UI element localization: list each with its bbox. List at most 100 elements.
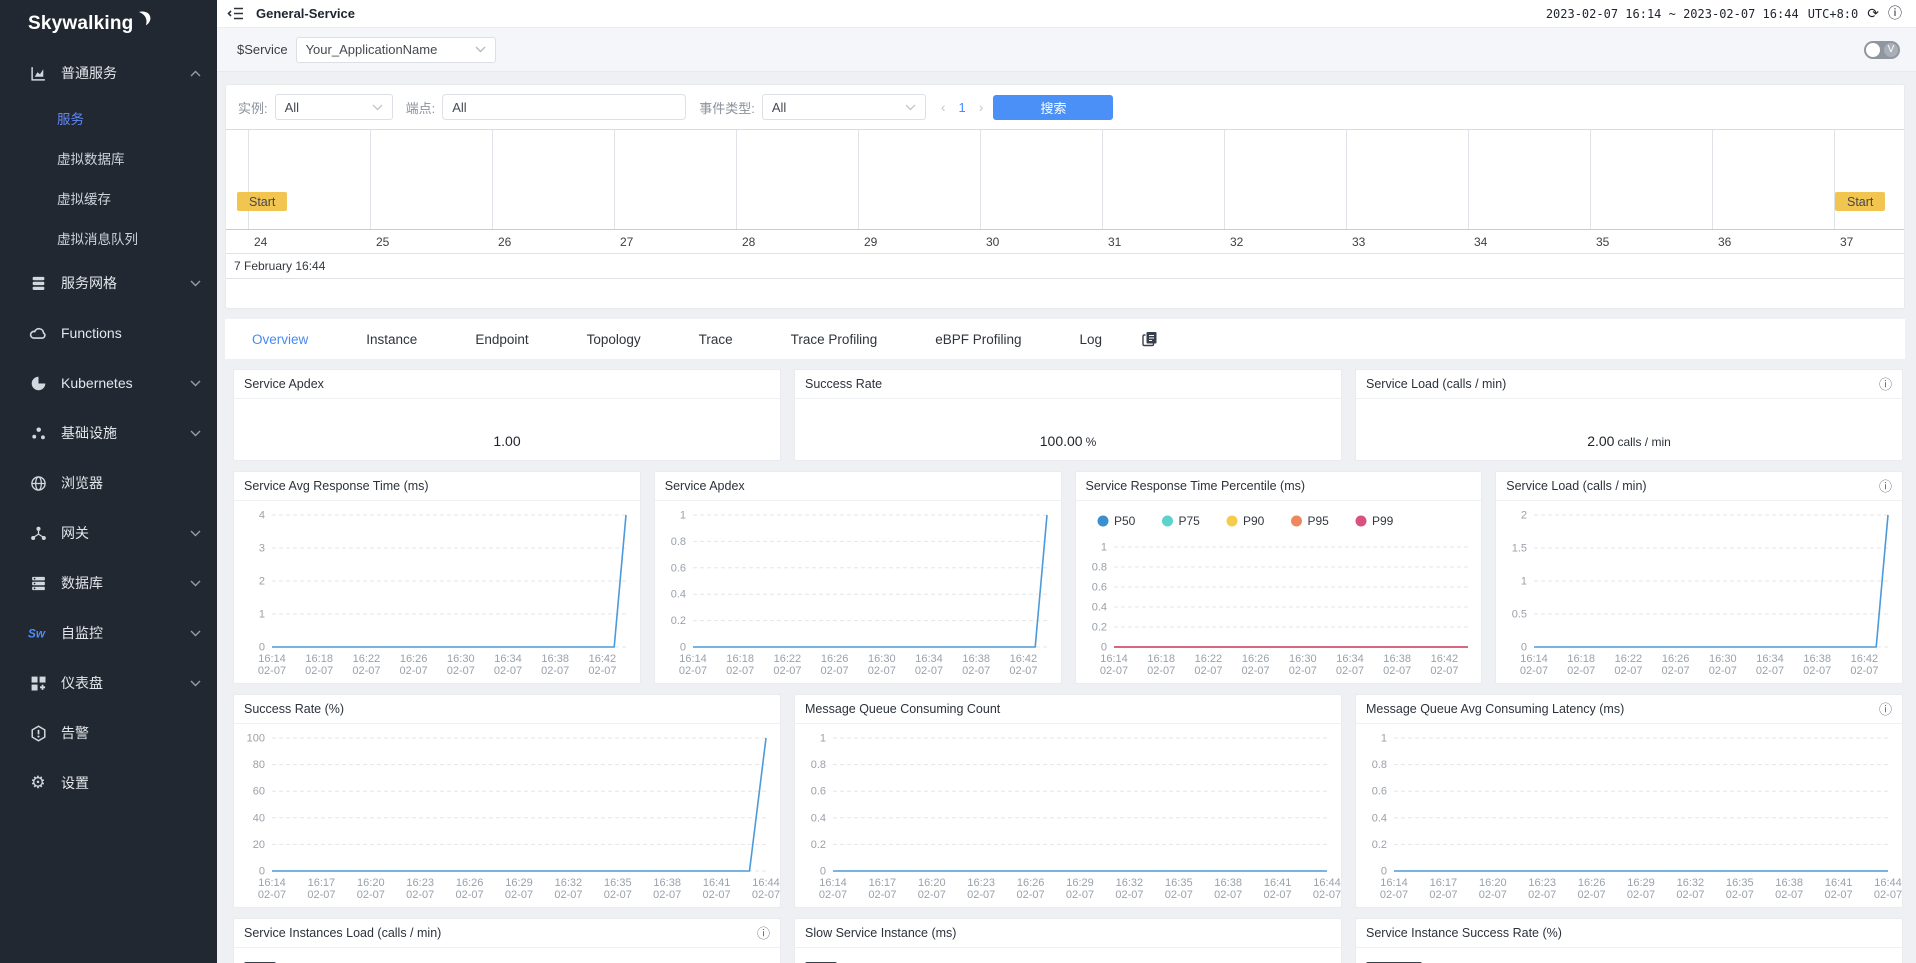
version-toggle[interactable]: V: [1864, 41, 1900, 59]
svg-text:1: 1: [820, 733, 826, 745]
svg-text:16:2202-07: 16:2202-07: [773, 653, 801, 677]
tab-trace-profiling[interactable]: Trace Profiling: [791, 332, 878, 347]
gear-icon: ⚙: [28, 775, 48, 792]
tab-endpoint[interactable]: Endpoint: [475, 332, 528, 347]
metric-number: 100.00: [1040, 433, 1083, 449]
page-number[interactable]: 1: [959, 100, 966, 115]
chart-area: 00.20.40.60.8116:1402-0716:1702-0716:200…: [795, 724, 1341, 908]
svg-text:0.8: 0.8: [811, 759, 826, 771]
sidebar-item-virtual-database[interactable]: 虚拟数据库: [0, 138, 217, 178]
chart-area: 00.20.40.60.8116:1402-0716:1802-0716:220…: [1076, 501, 1482, 684]
sidebar-item-infrastructure[interactable]: 基础设施: [0, 408, 217, 458]
sidebar-item-label: 仪表盘: [61, 673, 190, 693]
timeline-gridline: [1590, 130, 1591, 229]
sidebar-item-dashboards[interactable]: 仪表盘: [0, 658, 217, 708]
chevron-up-icon: [190, 70, 201, 77]
sidebar-item-service-mesh[interactable]: 服务网格: [0, 258, 217, 308]
tab-trace[interactable]: Trace: [699, 332, 733, 347]
svg-text:0.6: 0.6: [1091, 582, 1106, 594]
info-icon[interactable]: ⓘ: [1879, 378, 1892, 391]
tab-log[interactable]: Log: [1080, 332, 1103, 347]
svg-text:P95: P95: [1307, 514, 1329, 528]
tab-overview[interactable]: Overview: [252, 332, 308, 347]
sidebar-item-settings[interactable]: ⚙设置: [0, 758, 217, 808]
event-type-select[interactable]: All: [762, 94, 926, 120]
sidebar-item-label: 基础设施: [61, 423, 190, 443]
svg-text:1: 1: [1100, 542, 1106, 554]
search-button[interactable]: 搜索: [993, 95, 1113, 120]
info-icon[interactable]: ⓘ: [1888, 7, 1902, 21]
timeline-grid: Start Start: [226, 130, 1904, 230]
sidebar-item-database[interactable]: 数据库: [0, 558, 217, 608]
tab-topology[interactable]: Topology: [587, 332, 641, 347]
service-select[interactable]: Your_ApplicationName: [296, 37, 496, 63]
sidebar-item-kubernetes[interactable]: Kubernetes: [0, 358, 217, 408]
timeline-column-label: 32: [1230, 235, 1243, 249]
svg-text:16:4402-07: 16:4402-07: [752, 877, 780, 901]
dots-icon: [28, 425, 48, 442]
sidebar-item-alarm[interactable]: 告警: [0, 708, 217, 758]
instance-select[interactable]: All: [275, 94, 393, 120]
sidebar-item-label: 虚拟缓存: [57, 188, 201, 208]
svg-text:16:2602-07: 16:2602-07: [1017, 877, 1045, 901]
copy-icon[interactable]: [1142, 331, 1158, 347]
svg-text:16:3402-07: 16:3402-07: [915, 653, 943, 677]
svg-text:16:4102-07: 16:4102-07: [1825, 877, 1853, 901]
sidebar-item-gateway[interactable]: 网关: [0, 508, 217, 558]
timeline-gridline: [980, 130, 981, 229]
timeline-gridline: [1468, 130, 1469, 229]
sidebar-item-virtual-cache[interactable]: 虚拟缓存: [0, 178, 217, 218]
svg-text:0.4: 0.4: [1372, 812, 1387, 824]
svg-text:16:2602-07: 16:2602-07: [1241, 653, 1269, 677]
svg-text:16:1702-07: 16:1702-07: [1429, 877, 1457, 901]
page-title: General-Service: [256, 6, 355, 21]
sidebar-item-virtual-mq[interactable]: 虚拟消息队列: [0, 218, 217, 258]
svg-text:16:1802-07: 16:1802-07: [1567, 653, 1595, 677]
svg-text:P75: P75: [1178, 514, 1200, 528]
chevron-down-icon: [190, 630, 201, 637]
sidebar-item-browser[interactable]: 浏览器: [0, 458, 217, 508]
sidebar-item-service[interactable]: 服务: [0, 98, 217, 138]
sidebar-item-label: 服务: [57, 108, 201, 128]
metric-number: 2.00: [1587, 433, 1614, 449]
sidebar-item-label: Kubernetes: [61, 375, 190, 391]
sidebar-item-general-service[interactable]: 普通服务: [0, 48, 217, 98]
svg-text:16:4202-07: 16:4202-07: [1009, 653, 1037, 677]
info-icon[interactable]: ⓘ: [1879, 703, 1892, 716]
svg-text:0.6: 0.6: [811, 786, 826, 798]
info-icon[interactable]: ⓘ: [1879, 480, 1892, 493]
svg-text:16:4202-07: 16:4202-07: [588, 653, 616, 677]
card-title: Success Rate: [805, 377, 882, 391]
time-range[interactable]: 2023-02-07 16:14 ~ 2023-02-07 16:44: [1546, 7, 1799, 21]
main-area: General-Service 2023-02-07 16:14 ~ 2023-…: [217, 0, 1916, 963]
chart-canvas: 00.511.5216:1402-0716:1802-0716:2202-071…: [1496, 501, 1902, 683]
svg-text:16:2602-07: 16:2602-07: [456, 877, 484, 901]
sidebar-item-functions[interactable]: Functions: [0, 308, 217, 358]
tab-instance[interactable]: Instance: [366, 332, 417, 347]
sidebar-item-label: Functions: [61, 325, 201, 341]
top-header: General-Service 2023-02-07 16:14 ~ 2023-…: [217, 0, 1916, 28]
refresh-icon[interactable]: ⟳: [1867, 7, 1879, 21]
chart-row-2: Success Rate (%) 02040608010016:1402-071…: [233, 694, 1903, 908]
info-icon[interactable]: ⓘ: [757, 927, 770, 940]
prev-page-icon[interactable]: ‹: [941, 99, 946, 115]
svg-text:16:3802-07: 16:3802-07: [653, 877, 681, 901]
svg-text:16:2002-07: 16:2002-07: [357, 877, 385, 901]
sidebar-item-label: 网关: [61, 523, 190, 543]
endpoint-input[interactable]: [442, 94, 686, 120]
event-start-badge[interactable]: Start: [1835, 192, 1885, 211]
cloud-icon: [28, 325, 48, 342]
tab-ebpf-profiling[interactable]: eBPF Profiling: [935, 332, 1021, 347]
event-start-badge[interactable]: Start: [237, 192, 287, 211]
next-page-icon[interactable]: ›: [979, 99, 984, 115]
svg-text:16:1402-07: 16:1402-07: [679, 653, 707, 677]
sidebar-item-label: 浏览器: [61, 473, 201, 493]
timeline-gridline: [1834, 130, 1835, 229]
timeline-column-label: 31: [1108, 235, 1121, 249]
sidebar-collapse-icon[interactable]: [225, 4, 246, 23]
sidebar-item-self-observability[interactable]: Sw自监控: [0, 608, 217, 658]
timeline-gridline: [1224, 130, 1225, 229]
service-bar: $Service Your_ApplicationName V: [217, 28, 1916, 72]
svg-text:80: 80: [253, 759, 265, 771]
svg-text:0: 0: [1521, 642, 1527, 654]
